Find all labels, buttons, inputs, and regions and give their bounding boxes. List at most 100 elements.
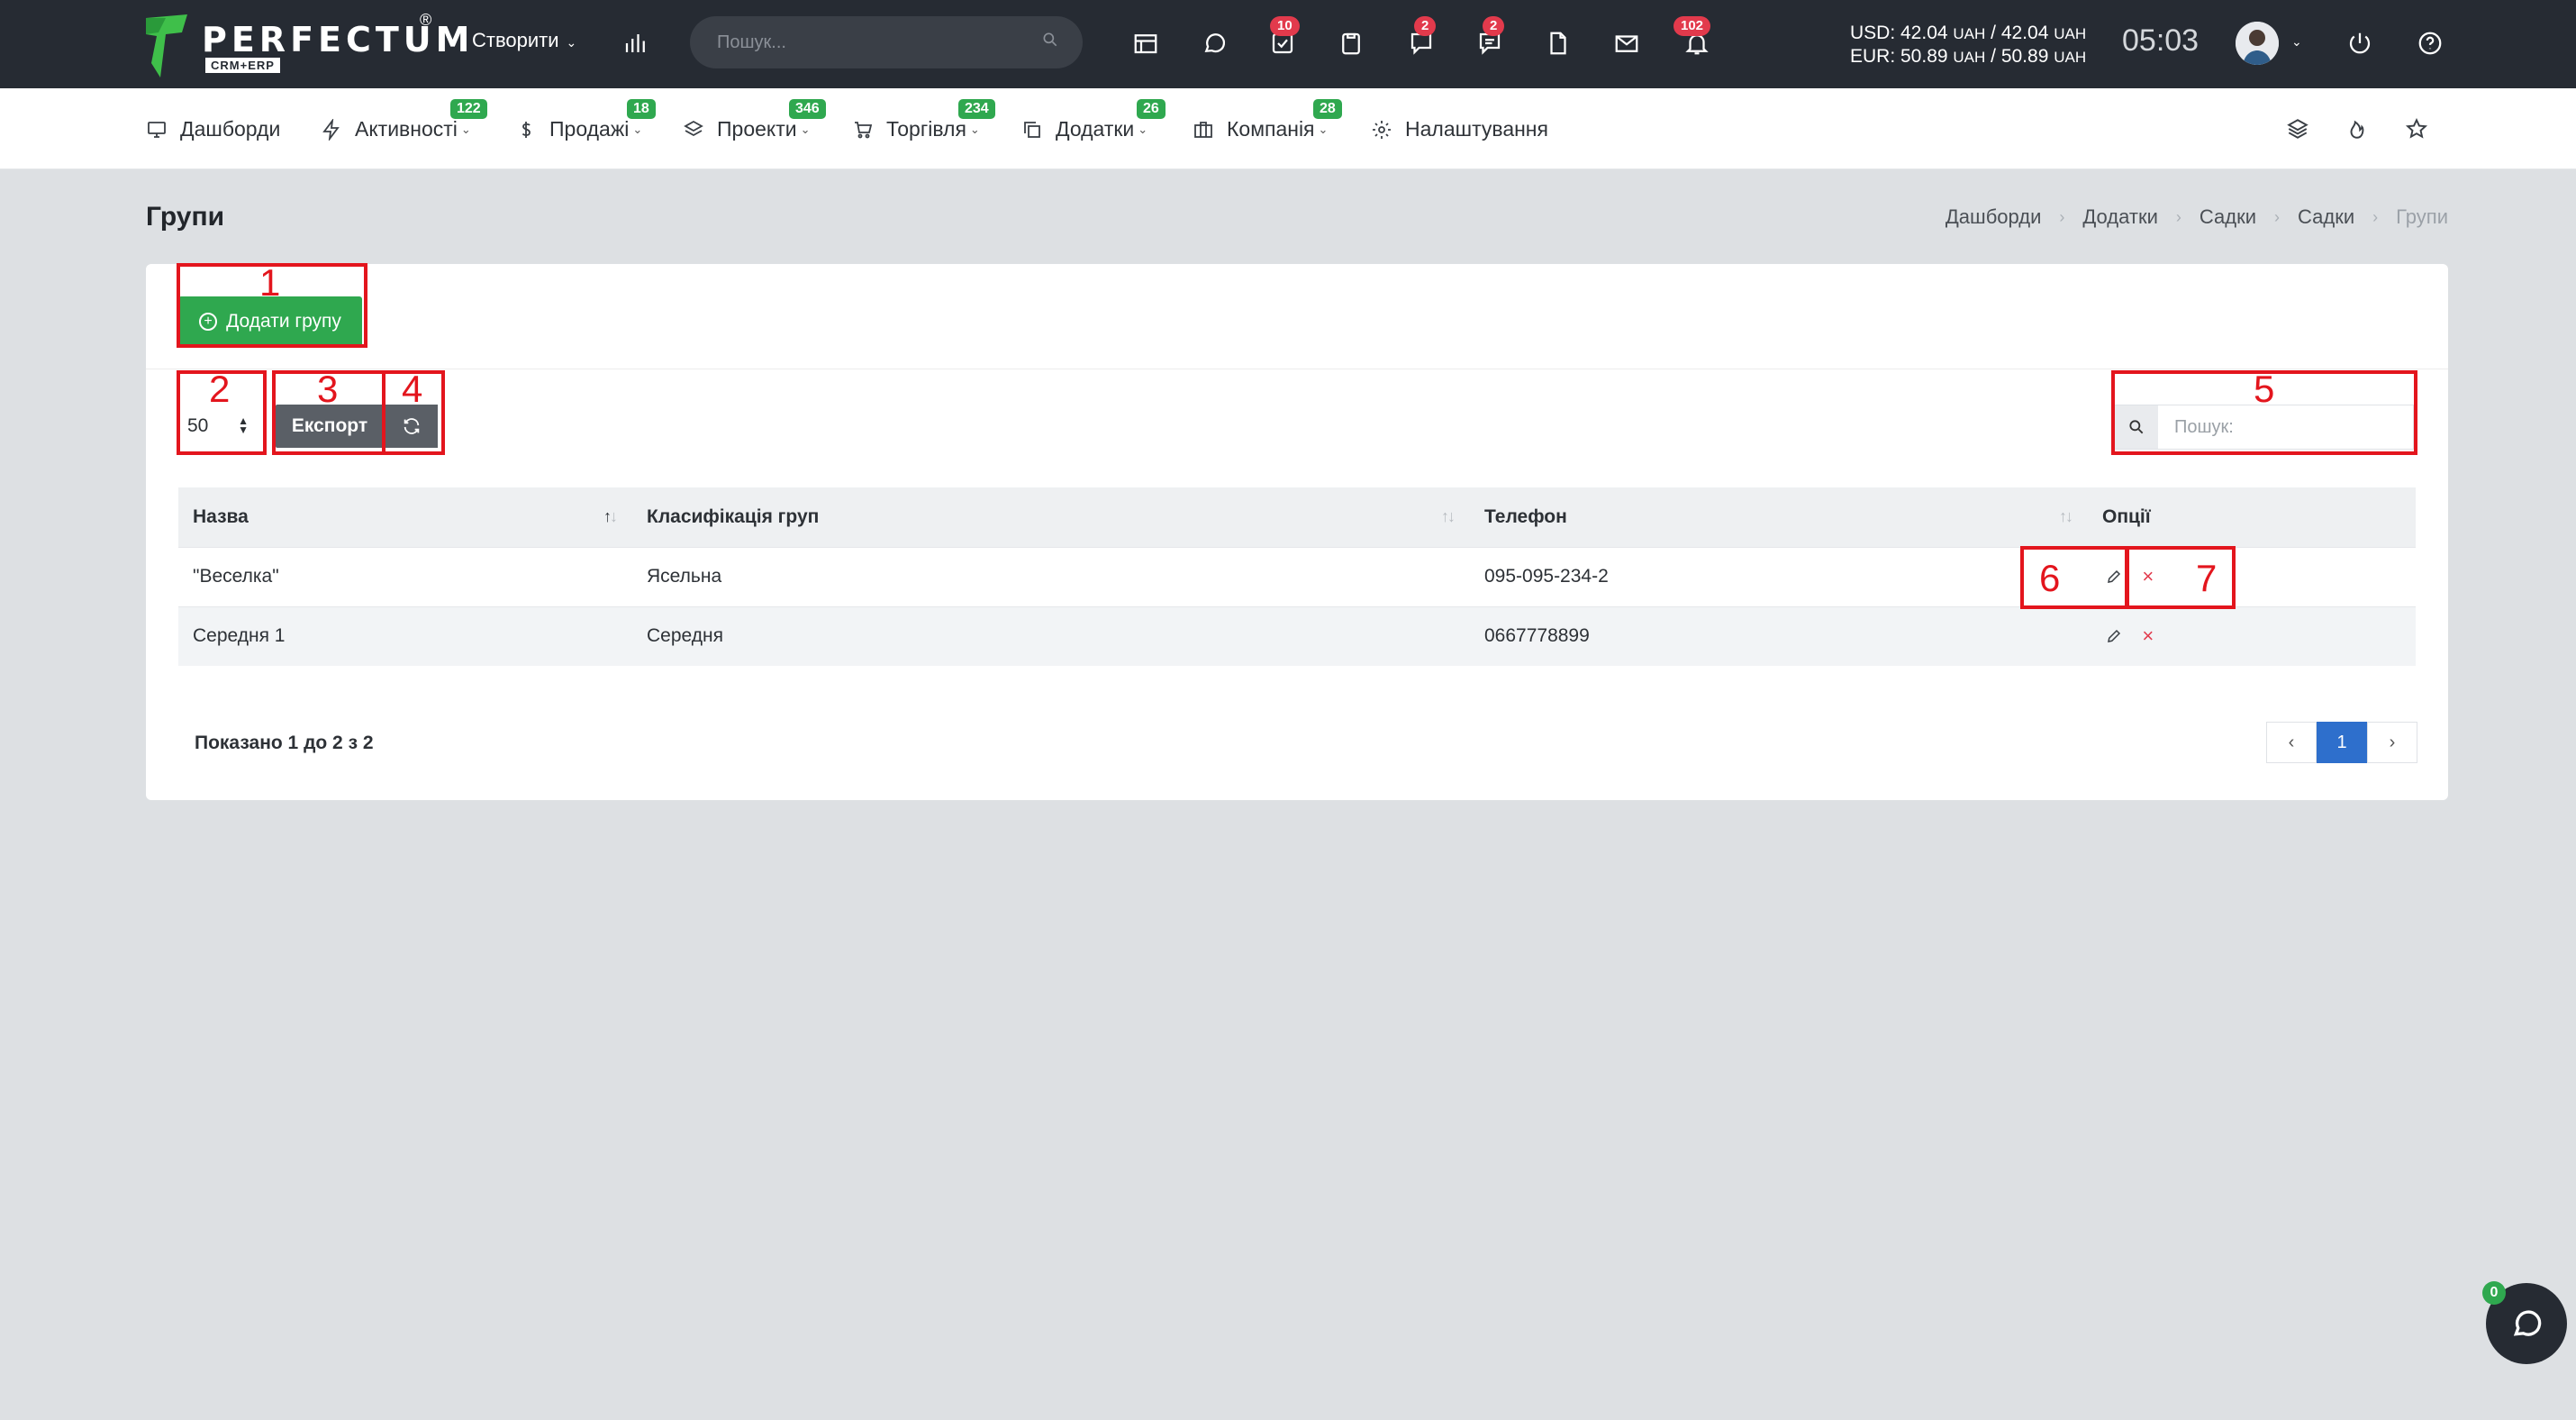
edit-button[interactable] xyxy=(2102,624,2126,648)
chevron-right-icon: › xyxy=(2372,207,2379,226)
cell-name[interactable]: "Веселка" xyxy=(178,546,632,606)
gear-icon xyxy=(1373,120,1391,139)
breadcrumb-current: Групи xyxy=(2396,205,2448,228)
cart-icon xyxy=(855,121,873,138)
pagination-next[interactable]: › xyxy=(2367,722,2417,763)
nav-item-label: Продажі xyxy=(549,117,630,141)
create-dropdown[interactable]: Створити ⌄ xyxy=(472,29,576,52)
cell-name[interactable]: Середня 1 xyxy=(178,605,632,666)
chevron-down-icon[interactable]: ⌄ xyxy=(2291,34,2302,50)
global-search[interactable] xyxy=(690,16,1083,68)
pagination-prev[interactable]: ‹ xyxy=(2266,722,2317,763)
logout-button[interactable] xyxy=(2340,23,2380,63)
mail-button[interactable] xyxy=(1607,23,1646,63)
nav-item-dashboards[interactable]: Дашборди xyxy=(146,117,280,141)
eur-sell: / 50.89 xyxy=(1991,46,2049,67)
usd-sell: / 42.04 xyxy=(1991,23,2049,43)
delete-button[interactable]: × xyxy=(2136,624,2160,648)
breadcrumb-item[interactable]: Садки xyxy=(2200,205,2256,229)
nav-item-label: Компанія xyxy=(1227,117,1315,141)
clipboard-button[interactable] xyxy=(1331,23,1371,63)
logo-subtitle: CRM+ERP xyxy=(205,58,280,73)
nav-item-label: Торгівля xyxy=(886,117,966,141)
page-title: Групи xyxy=(146,202,225,232)
annotation-box-7 xyxy=(2126,546,2236,609)
nav-item-company[interactable]: Компанія ⌄ xyxy=(1193,117,1328,141)
nav-item-label: Налаштування xyxy=(1405,117,1548,141)
calendar-icon xyxy=(1134,34,1157,54)
chat-bubble-icon xyxy=(1204,33,1226,53)
annotation-number-1: 1 xyxy=(259,261,281,304)
stack-icon xyxy=(2287,119,2308,139)
briefcase-icon xyxy=(1194,121,1212,138)
copy-icon xyxy=(1024,121,1040,138)
cell-options: × xyxy=(2088,605,2416,666)
column-header-label: Класифікація груп xyxy=(647,505,820,527)
sales-badge: 18 xyxy=(627,99,656,119)
chevron-right-icon: › xyxy=(2059,207,2065,226)
document-icon xyxy=(1550,32,1566,55)
chevron-down-icon: ⌄ xyxy=(1138,122,1148,136)
calendar-button[interactable] xyxy=(1126,23,1166,63)
annotation-number-7: 7 xyxy=(2196,557,2218,599)
chevron-down-icon: ⌄ xyxy=(969,122,980,136)
mail-icon xyxy=(1615,35,1638,52)
dollar-icon xyxy=(522,121,531,138)
global-search-input[interactable] xyxy=(717,29,1023,56)
logo[interactable]: PERFECTUM ® CRM+ERP xyxy=(146,11,469,77)
chevron-down-icon: ⌄ xyxy=(1318,122,1329,136)
clipboard-icon xyxy=(1342,32,1360,55)
monitor-icon xyxy=(148,121,166,138)
usd-rate: USD: 42.04 UAH / 42.04 UAH xyxy=(1850,22,2086,45)
chevron-down-icon: ⌄ xyxy=(632,122,643,136)
chevron-down-icon: ⌄ xyxy=(800,122,811,136)
column-header-phone[interactable]: Телефон ↑↓ xyxy=(1470,487,2088,547)
lightning-icon xyxy=(322,118,340,141)
usd-unit: UAH xyxy=(1953,25,1986,42)
groups-card: + Додати групу 50 ▲▼ Експорт Назва ↑↓ Кл… xyxy=(146,264,2448,800)
annotation-number-5: 5 xyxy=(2254,368,2275,410)
cell-phone: 095-095-234-2 xyxy=(1470,546,2088,606)
nav-item-settings[interactable]: Налаштування xyxy=(1371,117,1548,141)
nav-item-trade[interactable]: Торгівля ⌄ xyxy=(852,117,980,141)
breadcrumb-item[interactable]: Дашборди xyxy=(1946,205,2041,229)
tasks-badge: 10 xyxy=(1270,16,1300,36)
cell-phone: 0667778899 xyxy=(1470,605,2088,666)
annotation-number-4: 4 xyxy=(402,368,423,410)
table-header-row: Назва ↑↓ Класифікація груп ↑↓ Телефон ↑↓… xyxy=(178,487,2416,547)
bar-chart-icon xyxy=(625,34,645,52)
column-header-options: Опції xyxy=(2088,487,2416,547)
avatar[interactable] xyxy=(2236,22,2279,65)
pagination-page[interactable]: 1 xyxy=(2317,722,2367,763)
messages-button[interactable] xyxy=(1194,23,1234,63)
documents-button[interactable] xyxy=(1538,23,1578,63)
nav-item-label: Проекти xyxy=(717,117,797,141)
clock: 05:03 xyxy=(2122,23,2200,58)
column-header-name[interactable]: Назва ↑↓ xyxy=(178,487,632,547)
breadcrumb-item[interactable]: Додатки xyxy=(2082,205,2157,229)
layers-button[interactable] xyxy=(2282,114,2313,144)
usd-unit-2: UAH xyxy=(2054,25,2087,42)
cell-classification: Ясельна xyxy=(632,546,1470,606)
nav-item-projects[interactable]: Проекти ⌄ xyxy=(683,117,811,141)
nav-item-label: Додатки xyxy=(1056,117,1135,141)
help-button[interactable] xyxy=(2410,23,2450,63)
nav-item-sales[interactable]: Продажі ⌄ xyxy=(515,117,642,141)
column-header-classification[interactable]: Класифікація груп ↑↓ xyxy=(632,487,1470,547)
search-icon xyxy=(1041,31,1063,52)
hot-button[interactable] xyxy=(2342,114,2372,144)
create-label: Створити xyxy=(472,29,559,51)
reports-button[interactable] xyxy=(616,23,656,63)
nav-item-activities[interactable]: Активності ⌄ xyxy=(321,117,471,141)
logo-registered: ® xyxy=(420,11,432,29)
favorites-button[interactable] xyxy=(2401,114,2432,144)
breadcrumb: Дашборди › Додатки › Садки › Садки › Гру… xyxy=(1946,205,2448,229)
pencil-icon xyxy=(2108,630,2121,643)
user-avatar-icon xyxy=(2236,22,2279,65)
main-nav: Дашборди Активності ⌄ 122 Продажі ⌄ 18 Про… xyxy=(0,88,2576,169)
sort-icon: ↑↓ xyxy=(2059,507,2073,525)
eur-rate: EUR: 50.89 UAH / 50.89 UAH xyxy=(1850,45,2086,68)
breadcrumb-item[interactable]: Садки xyxy=(2298,205,2354,229)
chevron-right-icon: › xyxy=(2274,207,2280,226)
nav-item-addons[interactable]: Додатки ⌄ xyxy=(1021,117,1147,141)
